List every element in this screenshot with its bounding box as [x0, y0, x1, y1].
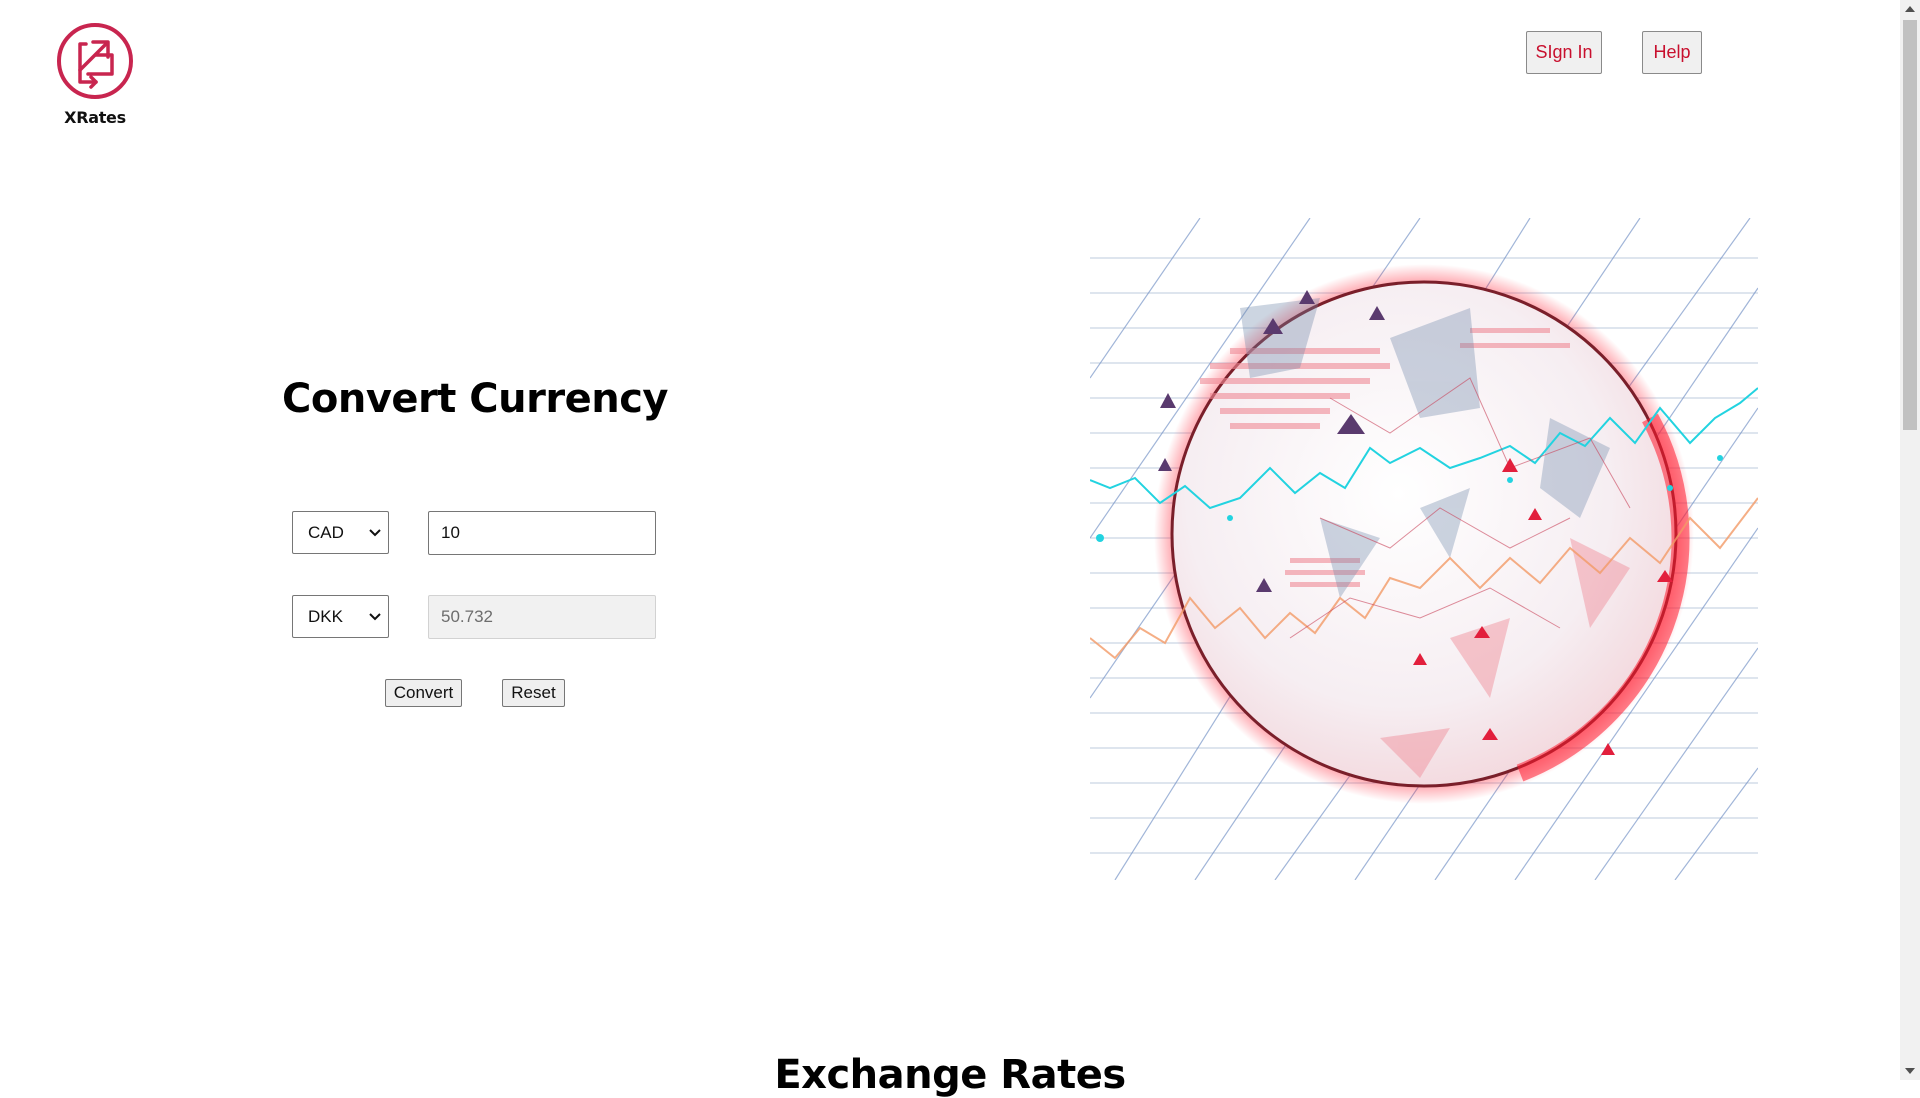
to-currency-value: DKK — [308, 606, 343, 626]
to-currency-select[interactable]: DKK — [292, 595, 389, 638]
from-currency-value: CAD — [308, 522, 344, 542]
convert-button[interactable]: Convert — [385, 679, 462, 707]
help-button[interactable]: Help — [1642, 31, 1702, 74]
amount-input[interactable]: 10 — [428, 511, 656, 555]
sign-in-button[interactable]: SIgn In — [1526, 31, 1602, 74]
globe-network-illustration — [1090, 218, 1758, 880]
globe-illustration — [1090, 218, 1758, 880]
exchange-rates-title: Exchange Rates — [774, 1052, 1126, 1098]
result-value: 50.732 — [441, 607, 493, 626]
brand-logo[interactable]: XRates — [56, 22, 134, 127]
reset-button[interactable]: Reset — [502, 679, 565, 707]
brand-name: XRates — [64, 108, 126, 127]
amount-value: 10 — [441, 523, 460, 542]
chevron-down-icon — [369, 612, 381, 620]
result-field: 50.732 — [428, 595, 656, 639]
scroll-up-arrow-icon[interactable] — [1900, 0, 1920, 18]
scroll-down-arrow-icon[interactable] — [1900, 1062, 1920, 1080]
page-scrollbar[interactable] — [1900, 0, 1920, 1080]
scrollbar-thumb[interactable] — [1903, 20, 1917, 430]
chevron-down-icon — [369, 528, 381, 536]
converter-title: Convert Currency — [282, 376, 668, 422]
from-currency-select[interactable]: CAD — [292, 511, 389, 554]
exchange-arrows-icon — [57, 23, 133, 99]
